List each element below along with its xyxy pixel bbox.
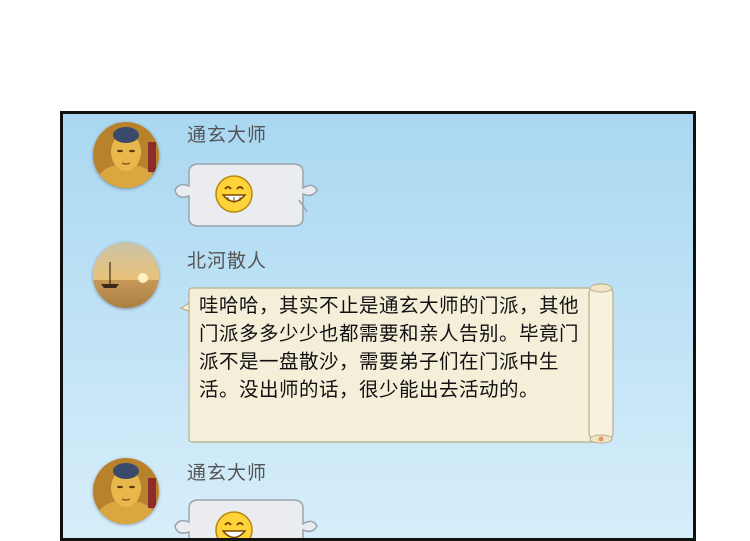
grinning-face-icon (214, 174, 254, 218)
sender-name: 通玄大师 (187, 124, 268, 146)
message-bubble[interactable]: 哇哈哈，其实不止是通玄大师的门派，其他门派多多少少也都需要和亲人告别。毕竟门派不… (177, 282, 617, 446)
buddha-avatar[interactable] (93, 122, 159, 188)
emoji-bubble[interactable] (171, 496, 321, 538)
buddha-avatar[interactable] (93, 458, 159, 524)
emoji-bubble[interactable] (171, 160, 321, 230)
grinning-face-icon (214, 510, 254, 538)
sender-name: 通玄大师 (187, 462, 268, 484)
sender-name: 北河散人 (187, 250, 268, 272)
sunset-boat-avatar[interactable] (93, 242, 159, 308)
chat-panel: 通玄大师 北河散人 哇哈哈，其实不止是通玄大师的门派，其他门派多多少少也都需要和… (60, 111, 696, 541)
message-text: 哇哈哈，其实不止是通玄大师的门派，其他门派多多少少也都需要和亲人告别。毕竟门派不… (199, 294, 580, 401)
